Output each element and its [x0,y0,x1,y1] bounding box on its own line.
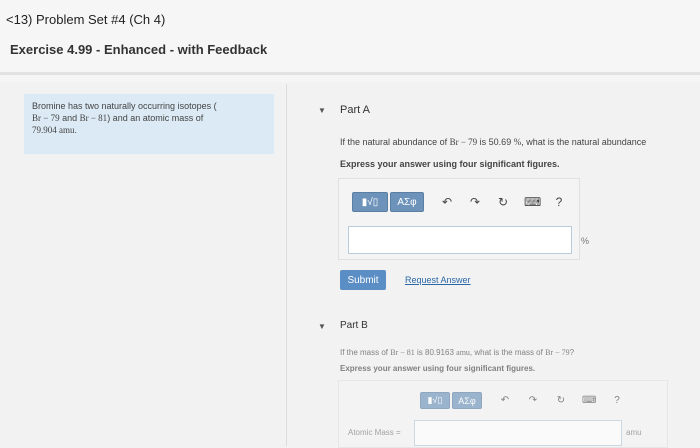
part-b-title[interactable]: Part B [340,320,368,331]
exercise-title: Exercise 4.99 - Enhanced - with Feedback [10,42,268,57]
problem-text: . [74,125,78,135]
atomic-mass-input[interactable] [414,420,622,446]
part-a-toolbar: ▮√▯ ΑΣφ ↶ ↷ ↻ ⌨ ? [352,192,566,212]
problem-text: Bromine has two naturally occurring isot… [32,101,217,111]
request-answer-link[interactable]: Request Answer [405,275,471,285]
part-b-question: If the mass of Br − 81 is 80.9163 amu, w… [340,348,575,357]
isotope-br79: Br − 79 [32,113,60,123]
template-button[interactable]: ▮√▯ [420,392,450,409]
column-divider [286,84,287,446]
part-a-unit: % [581,236,590,246]
header-divider [0,72,700,75]
collapse-caret-icon[interactable]: ▼ [318,322,326,331]
problem-text: and [59,113,80,123]
redo-icon[interactable]: ↷ [468,195,482,209]
reset-icon[interactable]: ↻ [554,395,568,406]
problem-text: ) and an atomic mass of [107,113,204,123]
keyboard-icon[interactable]: ⌨ [582,395,596,406]
part-a-instruction: Express your answer using four significa… [340,159,560,169]
template-button[interactable]: ▮√▯ [352,192,388,212]
header-bar: <13) Problem Set #4 (Ch 4) Exercise 4.99… [0,0,700,82]
undo-icon[interactable]: ↶ [498,395,512,406]
submit-button[interactable]: Submit [340,270,386,290]
atomic-mass-label: Atomic Mass = [348,428,401,437]
redo-icon[interactable]: ↷ [526,395,540,406]
isotope-br81: Br − 81 [79,113,108,123]
help-icon[interactable]: ? [610,395,624,406]
greek-symbols-button[interactable]: ΑΣφ [452,392,482,409]
part-a-question: If the natural abundance of Br − 79 is 5… [340,137,647,147]
undo-icon[interactable]: ↶ [440,195,454,209]
reset-icon[interactable]: ↻ [496,195,510,209]
atomic-mass: 79.904 amu [32,125,75,135]
part-b-instruction: Express your answer using four significa… [340,364,536,373]
help-icon[interactable]: ? [552,195,566,209]
back-link[interactable]: <13) Problem Set #4 (Ch 4) [6,12,165,27]
part-a-title[interactable]: Part A [340,104,370,116]
keyboard-icon[interactable]: ⌨ [524,195,541,209]
part-b-toolbar: ▮√▯ ΑΣφ ↶ ↷ ↻ ⌨ ? [420,392,624,409]
problem-statement: Bromine has two naturally occurring isot… [24,94,274,154]
collapse-caret-icon[interactable]: ▼ [318,106,326,115]
greek-symbols-button[interactable]: ΑΣφ [390,192,424,212]
part-b-unit: amu [626,428,642,437]
part-a-answer-input[interactable] [348,226,572,254]
